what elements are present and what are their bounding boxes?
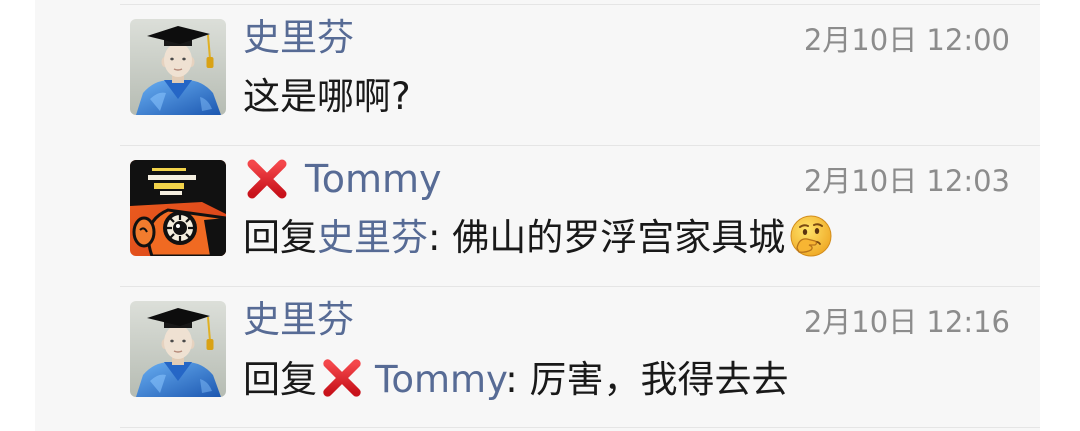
comment-item[interactable]: Tommy 2月10日 12:03 回复史里芬: 佛山的罗浮宫家具城	[120, 145, 1040, 286]
clockwork-orange-avatar[interactable]	[130, 160, 226, 256]
cross-mark-icon	[247, 159, 287, 199]
message-text: : 佛山的罗浮宫家具城	[428, 216, 786, 259]
comment-item[interactable]: 史里芬 2月10日 12:16 回复 Tommy: 厉害，我得去去	[120, 286, 1040, 428]
reply-label: 回复	[243, 216, 317, 259]
author-name[interactable]: 史里芬	[243, 298, 354, 342]
reply-target-name[interactable]: 史里芬	[317, 216, 428, 259]
graduate-child-avatar-image	[130, 19, 226, 115]
comment-message: 这是哪啊?	[243, 73, 411, 121]
comment-message: 回复史里芬: 佛山的罗浮宫家具城	[243, 214, 833, 262]
clockwork-orange-avatar-image	[130, 160, 226, 256]
comment-author[interactable]: 史里芬	[243, 298, 354, 342]
message-text: 这是哪啊?	[243, 75, 411, 118]
face-with-hand-over-mouth-emoji	[790, 215, 832, 257]
comment-timestamp: 2月10日 12:03	[803, 164, 1010, 198]
author-name[interactable]: 史里芬	[243, 16, 354, 60]
author-name[interactable]: Tommy	[305, 157, 442, 201]
comment-timestamp: 2月10日 12:16	[803, 305, 1010, 339]
graduate-child-avatar[interactable]	[130, 19, 226, 115]
graduate-child-avatar[interactable]	[130, 301, 226, 397]
comment-list: 史里芬 2月10日 12:00 这是哪啊? Tommy 2月10日 12:03 …	[120, 4, 1040, 428]
reply-label: 回复	[243, 358, 317, 401]
reply-target[interactable]: Tommy	[317, 358, 505, 401]
comment-timestamp: 2月10日 12:00	[803, 23, 1010, 57]
message-text: : 厉害，我得去去	[505, 358, 789, 401]
graduate-child-avatar-image	[130, 301, 226, 397]
reply-target-name[interactable]: Tommy	[375, 358, 505, 401]
comment-item[interactable]: 史里芬 2月10日 12:00 这是哪啊?	[120, 4, 1040, 145]
comments-panel: 史里芬 2月10日 12:00 这是哪啊? Tommy 2月10日 12:03 …	[35, 0, 1040, 431]
comment-author[interactable]: Tommy	[243, 157, 442, 201]
poster-eye	[163, 211, 197, 245]
comment-message: 回复 Tommy: 厉害，我得去去	[243, 355, 788, 404]
cross-mark-icon	[323, 359, 361, 397]
comment-author[interactable]: 史里芬	[243, 16, 354, 60]
